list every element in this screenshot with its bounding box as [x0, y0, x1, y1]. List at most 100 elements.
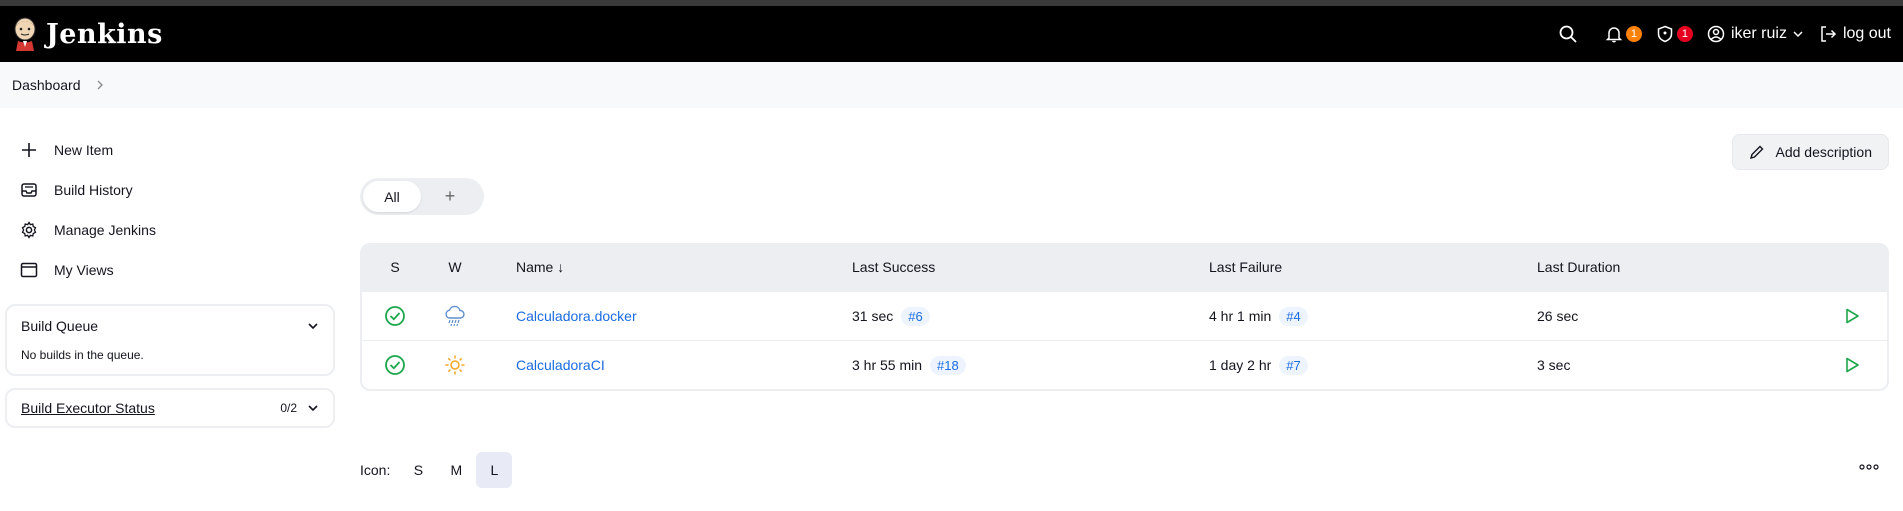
- header-name-label: Name: [516, 259, 554, 275]
- header-status[interactable]: S: [362, 259, 428, 275]
- last-duration-cell: 26 sec: [1537, 308, 1579, 324]
- sidebar-item-label: Build History: [54, 182, 133, 198]
- search-icon: [1559, 25, 1577, 43]
- build-number-link[interactable]: #7: [1279, 355, 1308, 375]
- status-cell: [362, 305, 428, 327]
- table-row: Calculadora.docker 31 sec #6 4 hr 1 min #4…: [362, 292, 1887, 340]
- icon-size-selector: Icon: S M L: [360, 452, 513, 488]
- notifications-badge: 1: [1625, 26, 1642, 42]
- header-actions: 1 1 iker ruiz log out: [1537, 25, 1891, 43]
- header-last-duration[interactable]: Last Duration: [1537, 259, 1767, 275]
- projects-table: S W Name ↓ Last Success Last Failure Las…: [360, 243, 1889, 391]
- app-name: Jenkins: [46, 18, 163, 50]
- breadcrumb: Dashboard: [0, 62, 1903, 108]
- sidebar-item-new-item[interactable]: New Item: [5, 130, 335, 170]
- table-header: S W Name ↓ Last Success Last Failure Las…: [362, 243, 1887, 291]
- icon-size-label: Icon:: [360, 462, 391, 478]
- sidebar: New Item Build History Manage Jenkins My…: [5, 130, 335, 428]
- job-name-cell: Calculadora.docker: [482, 308, 852, 324]
- chevron-right-icon[interactable]: [95, 80, 105, 90]
- chevron-down-icon[interactable]: [307, 402, 319, 414]
- job-link[interactable]: Calculadora.docker: [516, 308, 637, 324]
- build-queue-empty-text: No builds in the queue.: [21, 348, 144, 362]
- icon-size-m[interactable]: M: [438, 452, 474, 488]
- last-failure-time: 4 hr 1 min: [1209, 307, 1272, 324]
- header-last-success[interactable]: Last Success: [852, 259, 1209, 275]
- tab-add-view[interactable]: +: [421, 186, 479, 207]
- sidebar-item-label: New Item: [54, 142, 114, 158]
- build-number-link[interactable]: #4: [1279, 306, 1308, 326]
- header-last-failure[interactable]: Last Failure: [1209, 259, 1537, 275]
- header-weather[interactable]: W: [428, 259, 482, 275]
- add-description-button[interactable]: Add description: [1732, 134, 1889, 170]
- user-name: iker ruiz: [1730, 25, 1787, 42]
- last-success-cell: 31 sec #6: [852, 306, 1209, 326]
- icon-size-s[interactable]: S: [400, 452, 436, 488]
- sort-arrow-icon: ↓: [557, 259, 565, 275]
- chevron-down-icon: [1793, 31, 1803, 38]
- view-tabs: All +: [360, 178, 484, 215]
- actions-cell: [1767, 356, 1887, 374]
- sidebar-item-manage-jenkins[interactable]: Manage Jenkins: [5, 210, 335, 250]
- sidebar-item-label: My Views: [54, 262, 114, 278]
- jenkins-logo[interactable]: Jenkins: [12, 17, 163, 51]
- main-area: New Item Build History Manage Jenkins My…: [0, 108, 1903, 511]
- job-link[interactable]: CalculadoraCI: [516, 357, 605, 373]
- top-header: Jenkins 1 1 iker ruiz log out: [0, 6, 1903, 62]
- jenkins-butler-icon: [14, 17, 36, 51]
- job-name-cell: CalculadoraCI: [482, 357, 852, 373]
- logout-label: log out: [1842, 25, 1891, 42]
- build-number-link[interactable]: #6: [901, 306, 930, 326]
- user-icon: [1707, 25, 1725, 43]
- logout-icon: [1821, 26, 1837, 42]
- header-name[interactable]: Name ↓: [482, 259, 852, 275]
- sidebar-item-my-views[interactable]: My Views: [5, 250, 335, 290]
- bell-icon: [1605, 27, 1623, 43]
- search-button[interactable]: [1559, 25, 1577, 43]
- sun-icon: [445, 355, 465, 375]
- last-failure-cell: 4 hr 1 min #4: [1209, 306, 1537, 326]
- play-icon[interactable]: [1843, 356, 1861, 374]
- shield-icon: [1657, 25, 1673, 43]
- executor-status-link[interactable]: Build Executor Status: [21, 400, 155, 416]
- executor-count: 0/2: [280, 401, 297, 415]
- build-queue-pane: Build Queue No builds in the queue.: [5, 304, 335, 376]
- last-success-time: 3 hr 55 min: [852, 356, 923, 373]
- last-failure-cell: 1 day 2 hr #7: [1209, 355, 1537, 375]
- table-row: CalculadoraCI 3 hr 55 min #18 1 day 2 hr #…: [362, 341, 1887, 389]
- last-failure-time: 1 day 2 hr: [1209, 356, 1272, 373]
- weather-cell: [428, 354, 482, 376]
- chevron-down-icon[interactable]: [307, 320, 319, 332]
- icon-size-l[interactable]: L: [476, 452, 513, 488]
- build-number-link[interactable]: #18: [930, 355, 966, 375]
- sidebar-item-build-history[interactable]: Build History: [5, 170, 335, 210]
- build-queue-title: Build Queue: [21, 318, 99, 334]
- security-badge: 1: [1676, 26, 1693, 42]
- window-icon: [20, 262, 38, 278]
- actions-cell: [1767, 307, 1887, 325]
- success-check-icon: [385, 355, 405, 375]
- gear-icon: [21, 221, 37, 239]
- pencil-icon: [1750, 145, 1764, 160]
- status-cell: [362, 354, 428, 376]
- executor-status-pane: Build Executor Status 0/2: [5, 388, 335, 428]
- success-check-icon: [385, 306, 405, 326]
- sidebar-item-label: Manage Jenkins: [54, 222, 156, 238]
- notifications-button[interactable]: 1: [1605, 25, 1642, 43]
- weather-cell: [428, 304, 482, 328]
- build-queue-header[interactable]: Build Queue: [21, 318, 319, 334]
- executor-status-header: Build Executor Status 0/2: [21, 400, 319, 416]
- last-success-time: 31 sec: [852, 307, 894, 324]
- last-duration-cell: 3 sec: [1537, 357, 1571, 373]
- breadcrumb-dashboard[interactable]: Dashboard: [12, 77, 81, 93]
- plus-icon: [22, 143, 36, 157]
- add-description-label: Add description: [1775, 144, 1872, 160]
- more-options-icon[interactable]: [1859, 464, 1879, 470]
- logout-button[interactable]: log out: [1819, 25, 1891, 43]
- tab-all[interactable]: All: [363, 181, 421, 212]
- last-success-cell: 3 hr 55 min #18: [852, 355, 1209, 375]
- play-icon[interactable]: [1843, 307, 1861, 325]
- user-menu[interactable]: iker ruiz: [1707, 25, 1803, 43]
- rain-icon: [445, 305, 465, 327]
- security-button[interactable]: 1: [1656, 25, 1693, 43]
